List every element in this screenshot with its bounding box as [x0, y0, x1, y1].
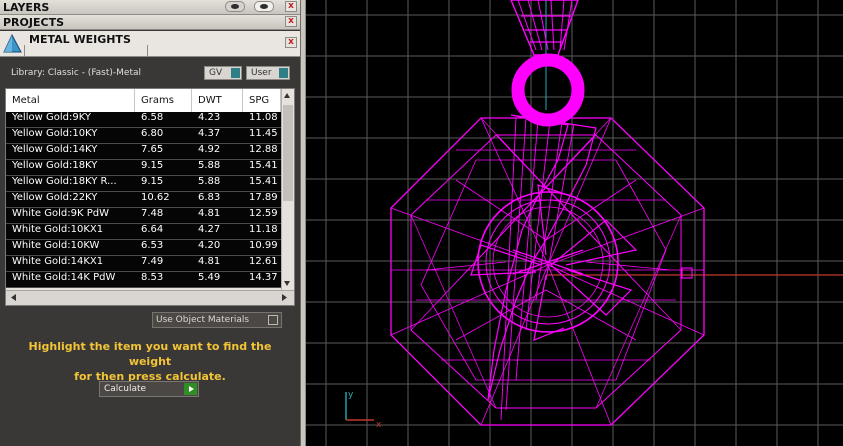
- calculate-label: Calculate: [104, 384, 147, 394]
- cell-metal: Yellow Gold:22KY: [12, 192, 98, 203]
- cell-metal: White Gold:14KX1: [12, 256, 104, 267]
- gv-toggle[interactable]: GV: [204, 66, 242, 80]
- layer-visibility-icon[interactable]: [225, 1, 245, 12]
- axis-x-label: x: [376, 420, 382, 430]
- cell-grams: 6.80: [141, 128, 164, 139]
- cell-dwt: 4.23: [198, 112, 221, 123]
- layers-header[interactable]: LAYERS x: [0, 0, 300, 15]
- close-icon[interactable]: x: [285, 16, 297, 27]
- cell-spg: 15.41: [249, 160, 278, 171]
- cell-grams: 7.49: [141, 256, 164, 267]
- toggle-icon: [279, 68, 288, 78]
- user-toggle[interactable]: User: [246, 66, 290, 80]
- cell-grams: 10.62: [141, 192, 170, 203]
- cell-dwt: 4.37: [198, 128, 221, 139]
- table-row[interactable]: Yellow Gold:9KY 6.58 4.23 11.08: [6, 112, 281, 128]
- cell-metal: Yellow Gold:14KY: [12, 144, 98, 155]
- checkbox-icon[interactable]: [268, 315, 278, 325]
- table-row[interactable]: Yellow Gold:18KY 9.15 5.88 15.41: [6, 160, 281, 176]
- metal-weights-header[interactable]: METAL WEIGHTS x: [0, 31, 300, 57]
- cell-grams: 8.53: [141, 272, 164, 283]
- cell-spg: 14.37: [249, 272, 278, 283]
- library-label: Library: Classic - (Fast)-Metal: [11, 68, 142, 78]
- side-panel: LAYERS x PROJECTS x METAL WEIGHTS x Libr…: [0, 0, 300, 446]
- scroll-arrows-icon[interactable]: [6, 291, 294, 304]
- cell-dwt: 5.49: [198, 272, 221, 283]
- cell-spg: 11.08: [249, 112, 278, 123]
- pendant-wireframe: [390, 0, 705, 426]
- cell-spg: 17.89: [249, 192, 278, 203]
- cell-spg: 10.99: [249, 240, 278, 251]
- cell-metal: Yellow Gold:18KY R...: [12, 176, 117, 187]
- cell-dwt: 4.20: [198, 240, 221, 251]
- horizontal-scrollbar[interactable]: [6, 290, 294, 305]
- cell-spg: 12.61: [249, 256, 278, 267]
- cell-dwt: 6.83: [198, 192, 221, 203]
- cell-grams: 7.48: [141, 208, 164, 219]
- 3d-viewport[interactable]: y x: [306, 0, 843, 446]
- metal-table[interactable]: Metal Grams DWT SPG Yellow Gold:9KY 6.58…: [5, 88, 295, 306]
- cell-spg: 15.41: [249, 176, 278, 187]
- cell-grams: 9.15: [141, 160, 164, 171]
- help-line-1: Highlight the item you want to find the …: [28, 340, 272, 368]
- cell-spg: 12.59: [249, 208, 278, 219]
- toggle-icon: [231, 68, 240, 78]
- cell-grams: 7.65: [141, 144, 164, 155]
- table-row[interactable]: White Gold:14K PdW 8.53 5.49 14.37: [6, 272, 281, 288]
- close-icon[interactable]: x: [285, 37, 297, 48]
- cell-metal: Yellow Gold:10KY: [12, 128, 98, 139]
- cell-grams: 6.53: [141, 240, 164, 251]
- cell-spg: 11.18: [249, 224, 278, 235]
- axis-gizmo: y x: [345, 390, 382, 430]
- cell-dwt: 5.88: [198, 176, 221, 187]
- cell-grams: 6.64: [141, 224, 164, 235]
- cell-grams: 6.58: [141, 112, 164, 123]
- table-row[interactable]: White Gold:14KX1 7.49 4.81 12.61: [6, 256, 281, 272]
- cell-dwt: 4.92: [198, 144, 221, 155]
- play-icon: [184, 383, 197, 395]
- cell-spg: 12.88: [249, 144, 278, 155]
- vertical-scrollbar[interactable]: [281, 89, 294, 290]
- use-object-materials-label: Use Object Materials: [156, 315, 250, 325]
- cell-metal: White Gold:10KX1: [12, 224, 104, 235]
- eye-icon[interactable]: [254, 1, 274, 12]
- calculate-button[interactable]: Calculate: [99, 381, 199, 397]
- cell-metal: Yellow Gold:18KY: [12, 160, 98, 171]
- use-object-materials-field[interactable]: Use Object Materials: [152, 312, 282, 328]
- table-header: Metal Grams DWT SPG: [6, 89, 281, 112]
- cell-metal: White Gold:9K PdW: [12, 208, 109, 219]
- gv-label: GV: [209, 68, 223, 78]
- cell-metal: White Gold:10KW: [12, 240, 100, 251]
- tab-divider: [24, 45, 148, 57]
- cell-metal: Yellow Gold:9KY: [12, 112, 91, 123]
- help-text: Highlight the item you want to find the …: [10, 339, 290, 384]
- cell-grams: 9.15: [141, 176, 164, 187]
- table-row[interactable]: White Gold:10KW 6.53 4.20 10.99: [6, 240, 281, 256]
- column-header[interactable]: SPG: [243, 89, 281, 112]
- table-row[interactable]: Yellow Gold:18KY R... 9.15 5.88 15.41: [6, 176, 281, 192]
- column-header[interactable]: Metal: [6, 89, 135, 112]
- cell-dwt: 4.81: [198, 208, 221, 219]
- viewport-canvas: y x: [306, 0, 843, 446]
- cell-spg: 11.45: [249, 128, 278, 139]
- axis-y-label: y: [348, 390, 354, 400]
- user-label: User: [251, 68, 272, 78]
- column-header[interactable]: Grams: [135, 89, 192, 112]
- column-header[interactable]: DWT: [192, 89, 243, 112]
- table-row[interactable]: Yellow Gold:10KY 6.80 4.37 11.45: [6, 128, 281, 144]
- cell-dwt: 5.88: [198, 160, 221, 171]
- close-icon[interactable]: x: [285, 1, 297, 12]
- cell-metal: White Gold:14K PdW: [12, 272, 116, 283]
- table-row[interactable]: Yellow Gold:22KY 10.62 6.83 17.89: [6, 192, 281, 208]
- scroll-thumb[interactable]: [283, 105, 293, 201]
- metal-pyramid-icon: [3, 34, 22, 53]
- table-row[interactable]: White Gold:9K PdW 7.48 4.81 12.59: [6, 208, 281, 224]
- projects-header[interactable]: PROJECTS x: [0, 15, 300, 30]
- table-row[interactable]: White Gold:10KX1 6.64 4.27 11.18: [6, 224, 281, 240]
- layers-title: LAYERS: [3, 1, 50, 14]
- cell-dwt: 4.81: [198, 256, 221, 267]
- table-row[interactable]: Yellow Gold:14KY 7.65 4.92 12.88: [6, 144, 281, 160]
- projects-title: PROJECTS: [3, 16, 64, 29]
- cell-dwt: 4.27: [198, 224, 221, 235]
